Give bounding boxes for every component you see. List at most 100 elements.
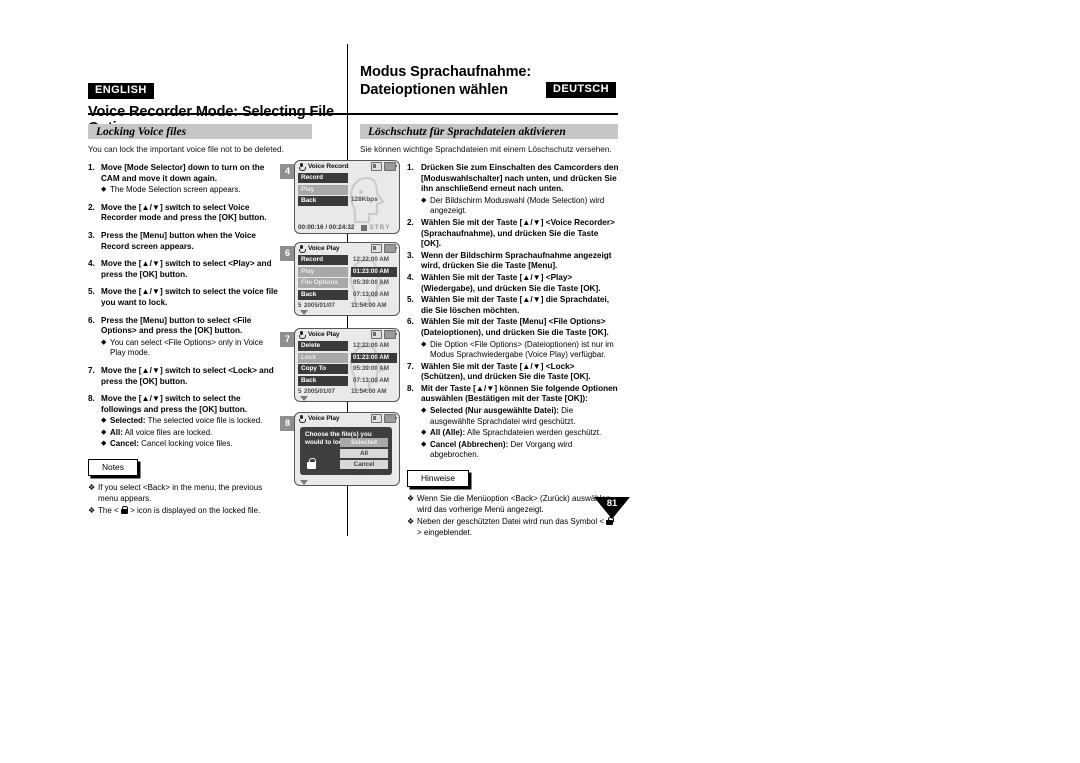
diamond-bullet-icon: ◆ <box>101 338 107 346</box>
step-text: Drücken Sie zum Einschalten des Camcorde… <box>421 163 619 217</box>
german-step-5: 5. Wählen Sie mit der Taste [▲/▼] die Spr… <box>407 295 619 316</box>
step-text: Move the [▲/▼] switch to select Voice Re… <box>101 203 280 224</box>
scroll-down-arrow-icon[interactable] <box>300 396 308 401</box>
menu-item-record[interactable]: Record <box>298 255 348 265</box>
page-number-text: 81 <box>606 498 618 509</box>
step-number: 4. <box>88 259 95 269</box>
step-number: 7. <box>88 365 95 375</box>
step-sentence: Move the [▲/▼] switch to select the voic… <box>101 287 278 307</box>
step-sentence: Wählen Sie mit der Taste [▲/▼] die Sprac… <box>421 295 610 315</box>
clover-bullet-icon: ❖ <box>88 506 96 516</box>
voice-file-row[interactable]: 01:23:00 AM <box>351 352 397 363</box>
bullet-text: Der Bildschirm Moduswahl (Mode Selection… <box>430 195 605 216</box>
bullet-text: The Mode Selection screen appears. <box>110 185 241 195</box>
step-badge: 7 <box>280 332 295 347</box>
diamond-bullet-icon: ◆ <box>101 440 107 448</box>
lcd-titlebar: Voice Play <box>295 413 399 424</box>
step-sentence: Move the [▲/▼] switch to select <Lock> a… <box>101 365 274 386</box>
voice-file-row[interactable]: 01:23:00 AM <box>351 266 397 277</box>
diamond-bullet-icon: ◆ <box>421 340 427 348</box>
file-time: 11:54:00 AM <box>351 388 387 395</box>
microphone-icon <box>298 162 307 172</box>
voice-file-row-last[interactable]: 5 2005/01/07 11:54:00 AM <box>298 302 397 309</box>
step-text: Wählen Sie mit der Taste [▲/▼] <Lock> (S… <box>421 362 619 383</box>
page-number: 81 <box>594 497 630 519</box>
step-number: 4. <box>407 272 414 282</box>
english-step-2: 2. Move the [▲/▼] switch to select Voice … <box>88 203 280 224</box>
step-number: 3. <box>407 250 414 260</box>
dialog-option-selected[interactable]: Selected <box>340 437 388 448</box>
step-text: Wählen Sie mit der Taste [▲/▼] <Voice Re… <box>421 218 619 250</box>
german-notes-label: Hinweise <box>407 470 469 488</box>
bullet-text: All (Alle): Alle Sprachdateien werden ge… <box>430 428 602 438</box>
menu-item-lock[interactable]: Lock <box>298 352 348 363</box>
lcd-title-text: Voice Play <box>308 415 340 422</box>
english-section-bar: Locking Voice files <box>88 124 312 139</box>
lcd-menu[interactable]: Delete Lock Copy To Back <box>298 341 348 387</box>
lcd-title-text: Voice Record <box>308 163 349 170</box>
memory-card-icon <box>371 414 382 423</box>
menu-item-delete[interactable]: Delete <box>298 341 348 351</box>
lcd-body: Delete Lock Copy To Back 12:22:00 AM 01:23:00… <box>295 340 399 401</box>
voice-file-row[interactable]: 05:39:00 AM <box>351 364 397 374</box>
menu-item-copy-to[interactable]: Copy To <box>298 364 348 375</box>
german-intro-text: Sie können wichtige Sprachdateien mit ei… <box>360 145 612 154</box>
voice-file-row[interactable]: 12:22:00 AM <box>351 341 397 351</box>
bullet-text: Selected: The selected voice file is loc… <box>110 416 263 426</box>
voice-file-row[interactable]: 12:22:00 AM <box>351 255 397 265</box>
lcd-status-icons <box>371 330 398 339</box>
lcd-status-icons <box>371 414 398 423</box>
battery-icon <box>384 244 398 253</box>
step-bullet: ◆ Die Option <File Options> (Dateioptione… <box>421 340 619 361</box>
bullet-text: Cancel (Abbrechen): Der Vorgang wird abg… <box>430 439 573 460</box>
menu-item-file-options[interactable]: File Options <box>298 278 348 289</box>
step-sentence: Wählen Sie mit der Taste [▲/▼] <Voice Re… <box>421 217 615 249</box>
menu-item-back[interactable]: Back <box>298 289 348 300</box>
note-text: Wenn Sie die Menüoption <Back> (Zurück) … <box>417 494 613 514</box>
step-number: 1. <box>407 163 414 172</box>
english-step-8: 8. Move the [▲/▼] switch to select the fo… <box>88 394 280 450</box>
voice-file-row[interactable]: 07:13:00 AM <box>351 290 397 300</box>
menu-item-play[interactable]: Play <box>298 184 348 195</box>
step-number: 8. <box>407 383 414 393</box>
battery-icon <box>384 414 398 423</box>
scroll-down-arrow-icon[interactable] <box>300 310 308 315</box>
step-text: Wenn der Bildschirm Sprachaufnahme angez… <box>421 251 619 272</box>
bullet-text: You can select <File Options> only in Vo… <box>110 337 264 358</box>
lcd-body: Choose the file(s) you would to lock. Sel… <box>295 424 399 485</box>
step-bullet: ◆ Cancel (Abbrechen): Der Vorgang wird ab… <box>421 440 619 461</box>
german-step-7: 7. Wählen Sie mit der Taste [▲/▼] <Lock> … <box>407 362 619 383</box>
dialog-option-cancel[interactable]: Cancel <box>340 459 388 470</box>
english-language-tag: ENGLISH <box>88 83 154 99</box>
step-text: Move the [▲/▼] switch to select <Play> a… <box>101 259 280 280</box>
english-notes-label: Notes <box>88 459 138 477</box>
dialog-option-all[interactable]: All <box>340 448 388 459</box>
step-number: 7. <box>407 361 414 371</box>
menu-item-back[interactable]: Back <box>298 196 348 207</box>
lcd-status-icons <box>371 244 398 253</box>
menu-item-play[interactable]: Play <box>298 266 348 277</box>
bullet-text: Cancel: Cancel locking voice files. <box>110 439 233 449</box>
menu-item-back[interactable]: Back <box>298 375 348 386</box>
diamond-bullet-icon: ◆ <box>101 186 107 194</box>
lock-icon <box>120 506 129 515</box>
voice-file-row-last[interactable]: 5 2005/01/07 11:54:00 AM <box>298 388 397 395</box>
lcd-status-icons <box>371 162 398 171</box>
dialog-options[interactable]: Selected All Cancel <box>340 437 388 471</box>
lcd-menu[interactable]: Record Play Back <box>298 173 348 208</box>
voice-file-row[interactable]: 05:39:00 AM <box>351 278 397 288</box>
scroll-down-arrow-icon[interactable] <box>300 480 308 485</box>
lcd-titlebar: Voice Record <box>295 161 399 172</box>
voice-file-list[interactable]: 12:22:00 AM 01:23:00 AM 05:39:00 AM 07:13:0… <box>351 255 397 301</box>
step-sentence: Press the [Menu] button when the Voice R… <box>101 230 256 251</box>
menu-item-record[interactable]: Record <box>298 173 348 183</box>
german-note-item: ❖ Neben der geschützten Datei wird nun da… <box>407 517 619 538</box>
voice-file-row[interactable]: 07:13:00 AM <box>351 376 397 386</box>
lcd-menu[interactable]: Record Play File Options Back <box>298 255 348 301</box>
voice-file-list[interactable]: 12:22:00 AM 01:23:00 AM 05:39:00 AM 07:13:0… <box>351 341 397 387</box>
step-sentence: Move [Mode Selector] down to turn on the… <box>101 163 265 183</box>
step-number: 3. <box>88 230 95 240</box>
step-text: Move the [▲/▼] switch to select <Lock> a… <box>101 366 280 387</box>
memory-card-icon <box>371 330 382 339</box>
diamond-bullet-icon: ◆ <box>421 407 427 415</box>
